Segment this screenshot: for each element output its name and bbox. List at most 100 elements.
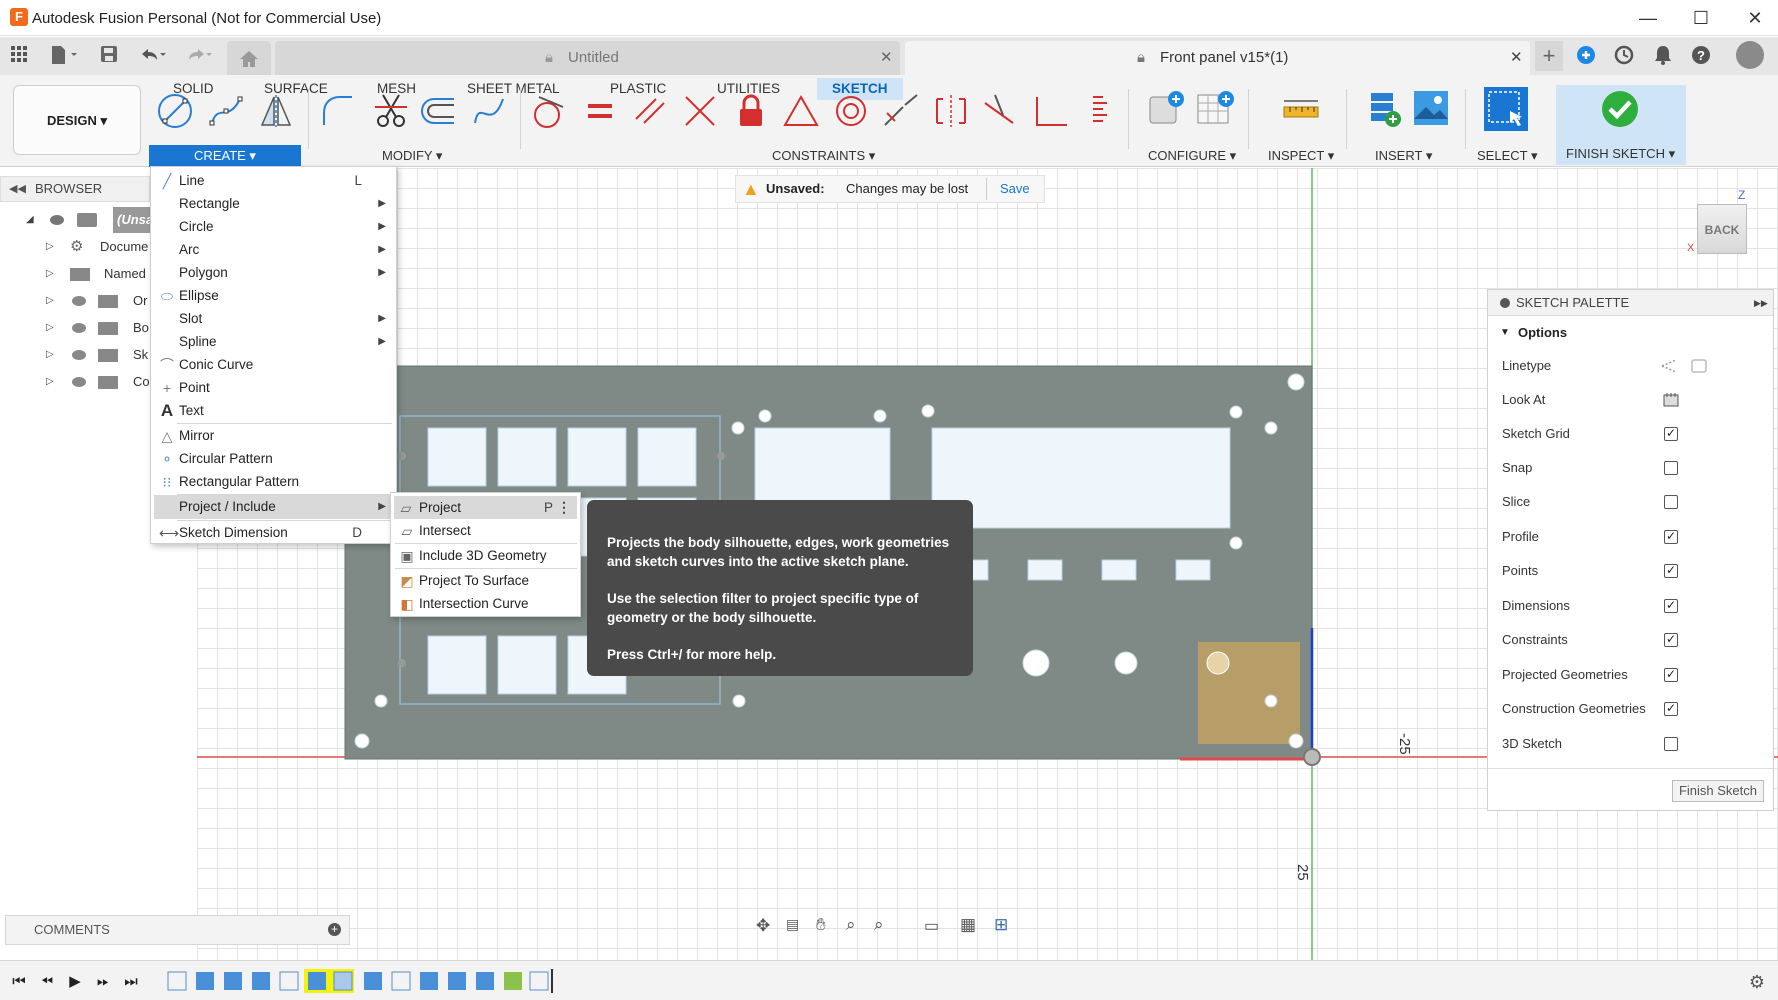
- expand-arrow-icon[interactable]: ▷: [46, 261, 54, 287]
- eye-icon[interactable]: [72, 323, 86, 333]
- menu-item-text[interactable]: A Text: [151, 399, 396, 422]
- configure-menu-button[interactable]: CONFIGURE ▾: [1148, 147, 1236, 165]
- profile-checkbox[interactable]: ✓: [1664, 530, 1678, 544]
- 3d-sketch-checkbox[interactable]: [1664, 737, 1678, 751]
- select-tool-icon[interactable]: [1484, 87, 1528, 131]
- go-to-start-icon[interactable]: ⏮︎: [10, 973, 28, 991]
- timeline-settings-gear-icon[interactable]: ⚙: [1748, 973, 1766, 991]
- extensions-icon[interactable]: [1575, 45, 1597, 67]
- go-to-end-icon[interactable]: ⏭︎: [122, 973, 140, 991]
- configure-rules-icon[interactable]: [1196, 89, 1236, 129]
- palette-header[interactable]: SKETCH PALETTE ▶▶: [1488, 290, 1773, 316]
- select-menu-button[interactable]: SELECT ▾: [1477, 147, 1537, 165]
- configure-table-icon[interactable]: [1148, 89, 1188, 129]
- insert-menu-button[interactable]: INSERT ▾: [1375, 147, 1432, 165]
- slice-checkbox[interactable]: [1664, 495, 1678, 509]
- look-at-icon[interactable]: [1663, 392, 1679, 408]
- browser-item-bodies[interactable]: ▷ Bo: [0, 315, 150, 341]
- collinear-constraint-icon[interactable]: [883, 93, 919, 129]
- linetype-centerline-icon[interactable]: [1690, 358, 1708, 374]
- expand-arrow-icon[interactable]: ▷: [46, 342, 54, 368]
- fit-zoom-icon[interactable]: ⌕: [874, 915, 884, 935]
- dimensions-checkbox[interactable]: ✓: [1664, 599, 1678, 613]
- menu-item-mirror[interactable]: △ Mirror: [151, 424, 396, 447]
- home-tab-icon[interactable]: [227, 41, 271, 75]
- sketch-grid-checkbox[interactable]: ✓: [1664, 427, 1678, 441]
- offset-tool-icon[interactable]: [420, 93, 456, 129]
- eye-icon[interactable]: [72, 296, 86, 306]
- fix-constraint-icon[interactable]: [733, 93, 769, 129]
- trim-tool-icon[interactable]: [373, 93, 409, 129]
- coincident-constraint-icon[interactable]: [983, 93, 1019, 129]
- expand-arrow-icon[interactable]: ▷: [46, 369, 54, 395]
- tangent-constraint-icon[interactable]: [531, 93, 567, 129]
- menu-item-ellipse[interactable]: ⬭ Ellipse: [151, 284, 396, 307]
- timeline-features[interactable]: [164, 969, 564, 995]
- menu-item-sketch-dimension[interactable]: ⟷ Sketch Dimension D: [151, 521, 396, 544]
- eye-icon[interactable]: [50, 215, 64, 225]
- pan-hand-icon[interactable]: ✋︎: [816, 915, 826, 935]
- menu-item-point[interactable]: + Point: [151, 376, 396, 399]
- dimension-label[interactable]: 25: [1294, 864, 1311, 881]
- equal-constraint-icon[interactable]: [582, 93, 618, 129]
- browser-item-document-settings[interactable]: ▷ ⚙ Docume: [0, 234, 150, 260]
- browser-item-root[interactable]: ◢ (Unsa: [0, 207, 150, 233]
- measure-tool-icon[interactable]: [1282, 93, 1320, 129]
- maximize-button[interactable]: ☐: [1686, 6, 1716, 30]
- tab-untitled[interactable]: 🔒︎ Untitled ✕: [275, 41, 900, 75]
- horizontal-vertical-constraint-icon[interactable]: [1033, 93, 1069, 129]
- projected-geometries-checkbox[interactable]: ✓: [1664, 668, 1678, 682]
- create-menu-button[interactable]: CREATE ▾: [149, 145, 301, 167]
- constraints-checkbox[interactable]: ✓: [1664, 633, 1678, 647]
- workspace-switcher-button[interactable]: DESIGN ▾: [13, 85, 141, 155]
- notifications-bell-icon[interactable]: [1652, 45, 1674, 67]
- menu-item-line[interactable]: ╱ Line L: [151, 169, 396, 192]
- spline-tool-icon[interactable]: [208, 93, 244, 129]
- collapse-section-icon[interactable]: ▼: [1500, 320, 1510, 346]
- inspect-menu-button[interactable]: INSPECT ▾: [1268, 147, 1334, 165]
- app-grid-icon[interactable]: [8, 45, 30, 67]
- display-settings-icon[interactable]: ▭: [924, 916, 939, 936]
- close-window-button[interactable]: ✕: [1740, 6, 1770, 30]
- points-checkbox[interactable]: ✓: [1664, 564, 1678, 578]
- close-tab-front-panel-icon[interactable]: ✕: [1510, 41, 1523, 75]
- look-at-icon[interactable]: ▤: [786, 916, 799, 933]
- submenu-item-project[interactable]: ▱ Project P ⋮: [394, 496, 577, 519]
- finish-sketch-button[interactable]: FINISH SKETCH ▾: [1556, 85, 1686, 165]
- insert-derive-icon[interactable]: [1365, 89, 1403, 129]
- fillet-tool-icon[interactable]: [320, 93, 356, 129]
- menu-item-polygon[interactable]: Polygon ▶: [151, 261, 396, 284]
- browser-item-named-views[interactable]: ▷ Named: [0, 261, 150, 287]
- dimension-label[interactable]: -25: [1396, 733, 1413, 755]
- collapse-arrow-icon[interactable]: ◢: [26, 207, 34, 233]
- comments-panel[interactable]: COMMENTS +: [5, 915, 350, 945]
- help-icon[interactable]: ?: [1690, 45, 1712, 67]
- finish-sketch-palette-button[interactable]: Finish Sketch: [1672, 780, 1764, 802]
- browser-item-sketches[interactable]: ▷ Sk: [0, 342, 150, 368]
- menu-item-circle[interactable]: Circle ▶: [151, 215, 396, 238]
- menu-item-project-include[interactable]: Project / Include ▶: [154, 495, 393, 519]
- save-icon[interactable]: [98, 45, 120, 67]
- insert-canvas-icon[interactable]: [1412, 89, 1450, 127]
- menu-item-rectangle[interactable]: Rectangle ▶: [151, 192, 396, 215]
- symmetry-constraint-icon[interactable]: [933, 93, 969, 129]
- eye-icon[interactable]: [72, 350, 86, 360]
- user-avatar[interactable]: [1736, 41, 1764, 69]
- minimize-button[interactable]: —: [1633, 6, 1663, 30]
- menu-item-slot[interactable]: Slot ▶: [151, 307, 396, 330]
- expand-arrow-icon[interactable]: ▷: [46, 315, 54, 341]
- constraints-menu-button[interactable]: CONSTRAINTS ▾: [772, 147, 875, 165]
- viewcube[interactable]: BACK: [1697, 204, 1747, 254]
- undo-icon[interactable]: [136, 45, 170, 67]
- concentric-constraint-icon[interactable]: [833, 93, 869, 129]
- line-tool-icon[interactable]: [157, 93, 193, 129]
- sketch-scale-tool-icon[interactable]: [471, 93, 507, 129]
- collapse-browser-icon[interactable]: ◀◀: [9, 177, 26, 201]
- browser-panel-header[interactable]: ◀◀ BROWSER: [0, 176, 150, 202]
- snap-checkbox[interactable]: [1664, 461, 1678, 475]
- modify-menu-button[interactable]: MODIFY ▾: [382, 147, 442, 165]
- step-back-icon[interactable]: ⏪︎: [38, 973, 56, 991]
- play-icon[interactable]: ▶: [66, 973, 84, 991]
- browser-item-origin[interactable]: ▷ Or: [0, 288, 150, 314]
- file-menu-icon[interactable]: [46, 45, 82, 67]
